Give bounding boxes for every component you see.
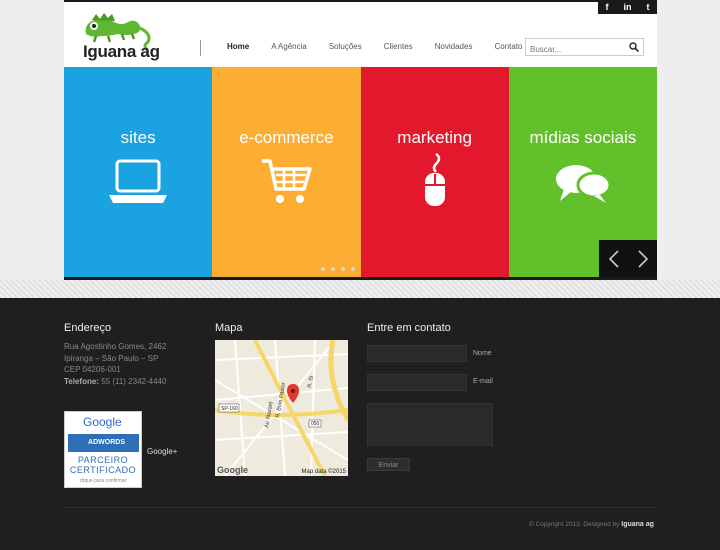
address-line: Rua Agostinho Gomes, 2462 [64, 342, 167, 351]
slider-arrows [599, 240, 657, 277]
address-block: Rua Agostinho Gomes, 2462 Ipiranga – São… [64, 341, 166, 387]
address-line: CEP 04206-001 [64, 365, 121, 374]
slider-dot[interactable] [341, 267, 345, 271]
designer-link[interactable]: Iguana ag [621, 521, 654, 528]
top-border [64, 0, 657, 2]
address-line: Ipiranga – São Paulo – SP [64, 353, 159, 363]
name-label: Nome [473, 350, 492, 357]
slide-marketing[interactable]: marketing [360, 67, 509, 280]
message-field[interactable] [367, 403, 493, 446]
slide-label: e-commerce [239, 128, 334, 147]
email-label: E-mail [473, 378, 493, 385]
send-button[interactable]: Enviar [367, 458, 410, 471]
pattern-divider [0, 280, 720, 298]
map-embed[interactable]: SP-160 050 R. Bom Pastor Av. Nazaré R. S… [215, 340, 348, 476]
nav-separator [200, 40, 201, 56]
slider-dots [321, 267, 361, 271]
page-container: f in t Iguana ag Home A Agência Soluções… [64, 0, 657, 280]
slider-bottom-border [64, 277, 657, 280]
footer: Endereço Rua Agostinho Gomes, 2462 Ipira… [0, 298, 720, 550]
map-google-logo: Google [217, 465, 248, 475]
copyright: © Copyright 2013. Designed by Iguana ag [529, 521, 654, 528]
slide-ecommerce[interactable]: e-commerce [212, 67, 361, 280]
map-title: Mapa [215, 322, 243, 334]
contact-title: Entre em contato [367, 322, 451, 334]
cart-icon [262, 159, 313, 203]
search-input[interactable] [526, 41, 622, 58]
name-field[interactable] [367, 345, 467, 362]
badge-adwords: ADWORDS [68, 434, 139, 452]
nav-clientes[interactable]: Clientes [384, 42, 413, 51]
copyright-text: © Copyright 2013. Designed by [529, 521, 620, 528]
slide-sites[interactable]: sites [64, 67, 213, 280]
linkedin-icon[interactable]: in [624, 0, 632, 14]
map-image: SP-160 050 R. Bom Pastor Av. Nazaré R. S… [215, 340, 348, 476]
email-field[interactable] [367, 374, 467, 391]
slider-dot[interactable] [351, 267, 355, 271]
slide-label: marketing [397, 128, 472, 147]
footer-divider [64, 507, 657, 508]
chevron-left-icon[interactable] [608, 249, 620, 269]
phone-label: Telefone: [64, 376, 99, 386]
mouse-icon [424, 152, 445, 206]
google-plus-link[interactable]: Google+ [147, 447, 177, 456]
slider-dot[interactable] [321, 267, 325, 271]
chevron-right-icon[interactable] [637, 249, 649, 269]
map-street-label: 050 [311, 421, 320, 427]
social-bar: f in t [598, 0, 657, 14]
main-nav: Home A Agência Soluções Clientes Novidad… [227, 42, 545, 51]
slider-dot[interactable] [331, 267, 335, 271]
badge-line2: CERTIFICADO [69, 465, 137, 475]
slide-label: sites [120, 128, 156, 147]
search-box [525, 38, 644, 58]
address-title: Endereço [64, 322, 112, 334]
twitter-icon[interactable]: t [647, 0, 650, 14]
nav-novidades[interactable]: Novidades [435, 42, 473, 51]
nav-contato[interactable]: Contato [494, 42, 522, 51]
slide-label: mídias sociais [529, 128, 637, 147]
phone-number: 55 (11) 2342-4440 [101, 376, 167, 386]
brand-name[interactable]: Iguana ag [83, 42, 160, 62]
map-street-label: SP-160 [221, 406, 238, 412]
nav-agencia[interactable]: A Agência [271, 42, 307, 51]
facebook-icon[interactable]: f [606, 0, 609, 14]
map-attribution: Map data ©2015 [301, 469, 346, 475]
phone-line: Telefone: 55 (11) 2342-4440 [64, 376, 166, 388]
nav-solucoes[interactable]: Soluções [329, 42, 362, 51]
chat-bubbles-icon [555, 165, 612, 203]
badge-line1: PARCEIRO [77, 455, 129, 465]
laptop-icon [109, 159, 168, 203]
badge-google: Google [83, 415, 122, 429]
adwords-badge[interactable]: Google ADWORDS PARCEIRO CERTIFICADO cliq… [64, 411, 142, 488]
nav-home[interactable]: Home [227, 42, 249, 51]
badge-line3: clique para confirmar [79, 478, 127, 484]
search-icon[interactable] [629, 42, 639, 52]
hero-slider: sites e-commerce marketing mídias sociai… [64, 67, 657, 280]
